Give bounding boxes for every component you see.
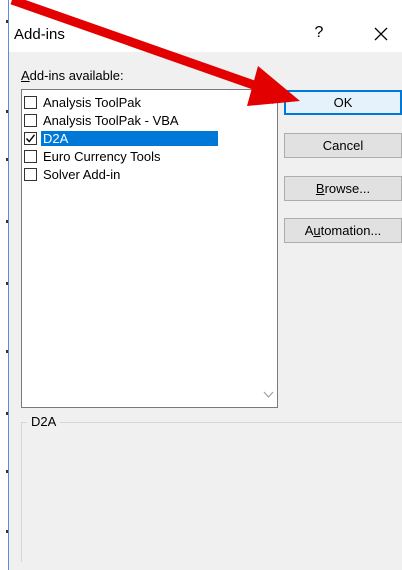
list-item-analysis-toolpak[interactable]: Analysis ToolPak	[24, 93, 254, 111]
checkbox[interactable]	[24, 95, 37, 109]
checkbox[interactable]	[24, 149, 37, 163]
description-title: D2A	[27, 414, 61, 429]
scroll-down-arrow-icon[interactable]	[263, 391, 274, 399]
dialog-title: Add-ins	[14, 26, 65, 43]
description-groupbox	[21, 422, 402, 562]
ok-button[interactable]: OK	[284, 90, 402, 115]
checkbox[interactable]	[24, 113, 37, 127]
checkbox-checked[interactable]	[24, 131, 37, 145]
add-ins-dialog: Add-ins ? Add-ins available: Analysis To…	[8, 0, 402, 570]
list-item-solver-add-in[interactable]: Solver Add-in	[24, 165, 254, 183]
vertical-scrollbar[interactable]	[260, 90, 277, 407]
title-bar: Add-ins ?	[9, 0, 402, 52]
help-button[interactable]: ?	[309, 24, 329, 46]
add-ins-listbox[interactable]: Analysis ToolPak Analysis ToolPak - VBA …	[21, 89, 278, 408]
list-item-d2a[interactable]: D2A	[24, 129, 254, 147]
scroll-up-arrow-icon[interactable]	[263, 97, 274, 105]
list-item-analysis-toolpak-vba[interactable]: Analysis ToolPak - VBA	[24, 111, 254, 129]
list-item-euro-currency-tools[interactable]: Euro Currency Tools	[24, 147, 254, 165]
automation-button[interactable]: Automation...	[284, 218, 402, 243]
checkbox[interactable]	[24, 167, 37, 181]
checkmark-icon	[25, 133, 36, 143]
close-icon	[374, 27, 388, 41]
cancel-button[interactable]: Cancel	[284, 133, 402, 158]
add-ins-available-label: Add-ins available:	[21, 68, 124, 83]
browse-button[interactable]: Browse...	[284, 176, 402, 201]
close-button[interactable]	[367, 20, 395, 48]
